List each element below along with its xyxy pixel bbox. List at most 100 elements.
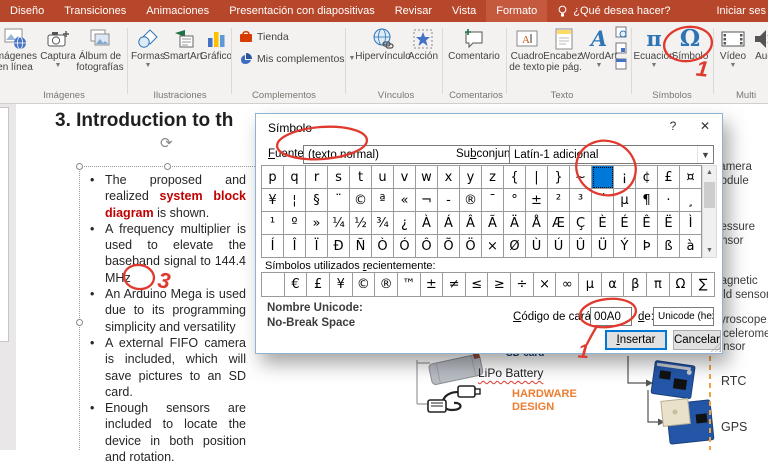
recent-symbol-cell[interactable]: ≥ xyxy=(488,273,511,297)
symbol-cell[interactable]: Ç xyxy=(570,212,592,235)
symbol-cell[interactable]: ¡ xyxy=(614,166,636,189)
symbol-cell[interactable]: » xyxy=(306,212,328,235)
symbol-cell[interactable]: ® xyxy=(460,189,482,212)
symbol-cell[interactable]: ¼ xyxy=(328,212,350,235)
recent-symbol-cell[interactable]: ≤ xyxy=(466,273,489,297)
symbol-cell[interactable]: ³ xyxy=(570,189,592,212)
shapes-button[interactable]: Formas ▼ xyxy=(130,26,166,69)
symbol-cell[interactable]: Ü xyxy=(592,235,614,258)
symbol-cell[interactable]: º xyxy=(284,212,306,235)
symbol-cell[interactable]: ¾ xyxy=(372,212,394,235)
symbol-cell[interactable]: v xyxy=(394,166,416,189)
symbol-button[interactable]: Ω Símbolo xyxy=(672,26,708,63)
scroll-up-icon[interactable]: ▲ xyxy=(703,166,716,179)
symbol-cell[interactable]: Ô xyxy=(416,235,438,258)
symbol-cell[interactable]: | xyxy=(526,166,548,189)
selection-handle[interactable] xyxy=(164,163,171,170)
dialog-help-button[interactable]: ? xyxy=(664,119,682,133)
recent-symbol-cell[interactable]: ™ xyxy=(398,273,421,297)
recent-symbol-cell[interactable]: ≠ xyxy=(443,273,466,297)
slide-number-icon[interactable] xyxy=(615,42,627,54)
symbol-cell[interactable]: ½ xyxy=(350,212,372,235)
symbol-cell[interactable]: ~ xyxy=(570,166,592,189)
resize-grip[interactable] xyxy=(711,342,721,352)
symbol-cell[interactable]: Ì xyxy=(680,212,702,235)
my-addins-button[interactable]: Mis complementos ▼ xyxy=(239,52,355,65)
equation-button[interactable]: π Ecuación ▼ xyxy=(635,26,673,69)
recent-symbol-cell[interactable]: © xyxy=(353,273,376,297)
symbol-cell[interactable]: Ú xyxy=(548,235,570,258)
online-images-button[interactable]: Imágenes en línea xyxy=(0,26,38,73)
date-time-icon[interactable] xyxy=(615,26,627,38)
recent-symbol-cell[interactable]: ± xyxy=(421,273,444,297)
symbol-cell[interactable]: Ò xyxy=(372,235,394,258)
symbol-cell[interactable]: - xyxy=(438,189,460,212)
recent-symbol-cell[interactable]: ® xyxy=(375,273,398,297)
photo-album-button[interactable]: Álbum de fotografías xyxy=(76,26,124,73)
symbol-cell[interactable]: x xyxy=(438,166,460,189)
symbol-cell[interactable]: ¹ xyxy=(262,212,284,235)
selection-handle[interactable] xyxy=(76,319,83,326)
capture-button[interactable]: Captura ▼ xyxy=(40,26,76,69)
recent-symbol-cell[interactable]: € xyxy=(285,273,308,297)
symbol-cell[interactable]: Ï xyxy=(306,235,328,258)
from-combobox[interactable]: Unicode (hex) ▼ xyxy=(653,307,714,326)
symbol-cell[interactable]: Ó xyxy=(394,235,416,258)
symbol-cell[interactable]: w xyxy=(416,166,438,189)
symbol-cell[interactable]: § xyxy=(306,189,328,212)
action-button[interactable]: Acción xyxy=(408,26,438,63)
symbol-cell[interactable]: É xyxy=(614,212,636,235)
symbol-cell[interactable]: © xyxy=(350,189,372,212)
chevron-down-icon[interactable]: ▼ xyxy=(697,146,713,163)
symbol-cell[interactable]: s xyxy=(328,166,350,189)
symbol-cell[interactable]: Í xyxy=(262,235,284,258)
symbol-cell[interactable]: ¦ xyxy=(284,189,306,212)
symbol-cell[interactable]: ß xyxy=(658,235,680,258)
recent-symbol-cell[interactable]: π xyxy=(647,273,670,297)
object-icon[interactable] xyxy=(615,58,627,70)
symbol-cell[interactable]: ¯ xyxy=(482,189,504,212)
tab-presentaci-n-con-diapositivas[interactable]: Presentación con diapositivas xyxy=(219,0,385,22)
recent-symbol-cell[interactable]: ∞ xyxy=(556,273,579,297)
symbol-cell[interactable]: ¤ xyxy=(680,166,702,189)
symbol-cell[interactable]: ¨ xyxy=(328,189,350,212)
symbol-cell[interactable]: { xyxy=(504,166,526,189)
chart-button[interactable]: Gráfico xyxy=(200,26,232,63)
symbol-cell[interactable]: ¬ xyxy=(416,189,438,212)
recent-symbol-cell[interactable] xyxy=(262,273,285,297)
video-button[interactable]: Vídeo ▼ xyxy=(717,26,749,69)
symbol-cell[interactable]: ¸ xyxy=(680,189,702,212)
grid-scrollbar[interactable]: ▲ ▼ xyxy=(702,165,717,258)
recent-symbol-cell[interactable]: £ xyxy=(307,273,330,297)
recent-symbol-cell[interactable]: β xyxy=(624,273,647,297)
symbol-cell[interactable]: ² xyxy=(548,189,570,212)
symbol-cell[interactable]: Õ xyxy=(438,235,460,258)
dialog-close-button[interactable]: ✕ xyxy=(694,119,716,133)
symbol-cell[interactable]: Ã xyxy=(482,212,504,235)
symbol-cell[interactable]: ª xyxy=(372,189,394,212)
smartart-button[interactable]: SmartArt xyxy=(164,26,202,63)
tell-me-box[interactable]: ¿Qué desea hacer? xyxy=(547,0,680,22)
scroll-down-icon[interactable]: ▼ xyxy=(703,244,716,257)
insert-button[interactable]: Insertar xyxy=(605,330,667,350)
symbol-cell[interactable] xyxy=(592,166,614,189)
text-box-button[interactable]: A Cuadro de texto xyxy=(509,26,545,73)
symbol-cell[interactable]: ¶ xyxy=(636,189,658,212)
symbol-cell[interactable]: z xyxy=(482,166,504,189)
tab-formato[interactable]: Formato xyxy=(486,0,547,22)
symbol-cell[interactable]: Ä xyxy=(504,212,526,235)
symbol-cell[interactable]: Æ xyxy=(548,212,570,235)
symbol-cell[interactable]: } xyxy=(548,166,570,189)
symbol-cell[interactable]: q xyxy=(284,166,306,189)
symbol-cell[interactable]: · xyxy=(658,189,680,212)
symbol-cell[interactable]: Þ xyxy=(636,235,658,258)
char-code-input[interactable] xyxy=(590,307,632,326)
symbol-cell[interactable]: Å xyxy=(526,212,548,235)
store-button[interactable]: Tienda xyxy=(239,30,289,43)
symbol-cell[interactable]: r xyxy=(306,166,328,189)
symbol-cell[interactable]: Â xyxy=(460,212,482,235)
symbol-cell[interactable]: ´ xyxy=(592,189,614,212)
symbol-cell[interactable]: ¢ xyxy=(636,166,658,189)
symbol-cell[interactable]: À xyxy=(416,212,438,235)
audio-button[interactable]: Aud xyxy=(749,26,768,63)
